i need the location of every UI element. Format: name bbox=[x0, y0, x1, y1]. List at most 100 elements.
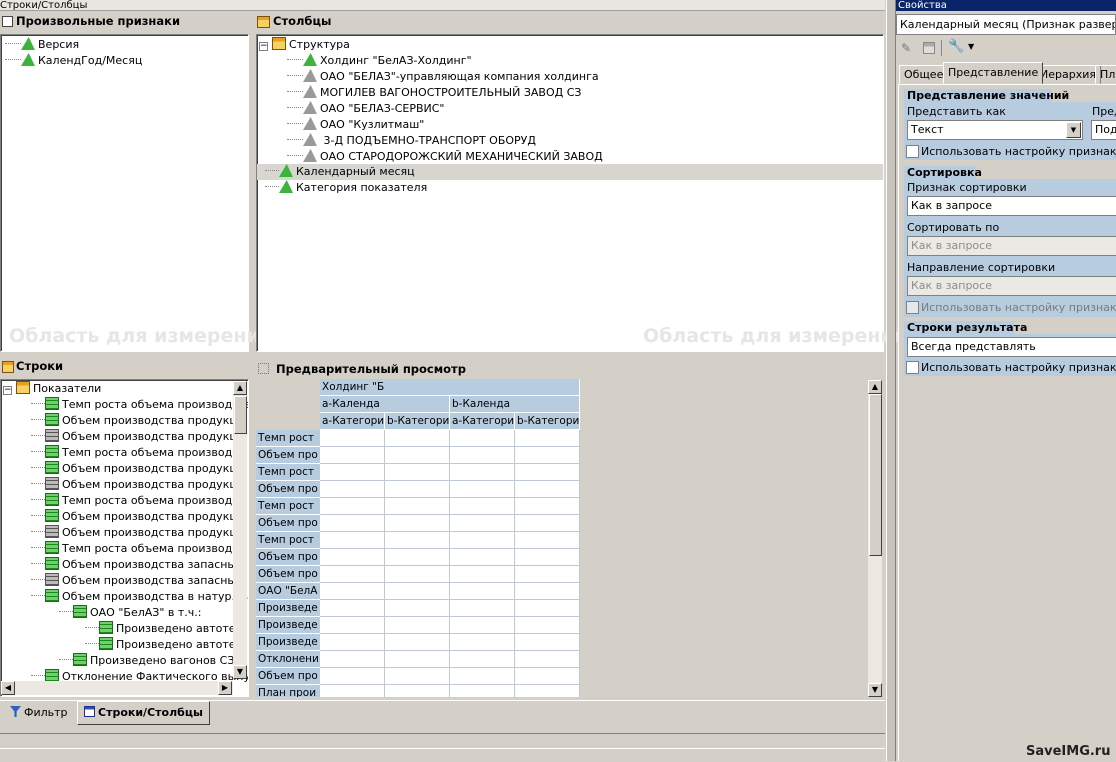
tree-item-structure-child[interactable]: ОАО СТАРОДОРОЖСКИЙ МЕХАНИЧЕСКИЙ ЗАВОД bbox=[287, 149, 603, 165]
scroll-right-button[interactable]: ▶ bbox=[218, 681, 232, 695]
selected-object-field[interactable]: Календарный месяц (Признак развертки) bbox=[896, 14, 1116, 35]
tree-item-structure-child[interactable]: 3-Д ПОДЪЕМНО-ТРАНСПОРТ ОБОРУД bbox=[287, 133, 536, 149]
edit-icon[interactable]: ✎ bbox=[901, 41, 915, 55]
horizontal-scrollbar[interactable] bbox=[1, 681, 233, 695]
tree-item-calendar[interactable]: КалендГод/Месяц bbox=[5, 53, 142, 69]
sort-attr-field[interactable]: Как в запросе bbox=[907, 196, 1116, 216]
tree-item-indicator[interactable]: Объем производства продукци bbox=[31, 509, 244, 525]
tree-item-calendar-month[interactable]: Календарный месяц bbox=[265, 164, 415, 180]
tree-item-indicator[interactable]: Объем производства продукци bbox=[31, 413, 244, 429]
tree-item-indicator[interactable]: Темп роста объема производст bbox=[31, 541, 245, 557]
present-as-select[interactable]: Текст ▼ bbox=[907, 120, 1083, 140]
filter-icon bbox=[10, 706, 21, 717]
preview-icon bbox=[258, 363, 269, 374]
scroll-up-button[interactable]: ▲ bbox=[868, 380, 882, 394]
row-header: Объем про bbox=[256, 668, 320, 685]
tree-item-indicator[interactable]: Объем производства продукци bbox=[31, 525, 244, 541]
tree-item-label: МОГИЛЕВ ВАГОНОСТРОИТЕЛЬНЫЙ ЗАВОД СЗ bbox=[320, 86, 582, 99]
grid-cell bbox=[450, 549, 515, 566]
chevron-down-icon[interactable]: ▼ bbox=[1066, 122, 1081, 138]
tree-item-indicator[interactable]: Темп роста объема производст bbox=[31, 445, 245, 461]
column-header: b-Категори bbox=[515, 413, 580, 430]
use-attr-setting-checkbox-1[interactable]: Использовать настройку признака bbox=[905, 145, 1116, 158]
result-rows-field[interactable]: Всегда представлять bbox=[907, 337, 1116, 357]
tab-general[interactable]: Общее bbox=[899, 65, 949, 84]
row-header: Объем про bbox=[256, 481, 320, 498]
preview-panel-title: Предварительный просмотр bbox=[276, 362, 466, 376]
grid-cell bbox=[385, 583, 450, 600]
tree-item-indicator[interactable]: Объем производства продукци bbox=[31, 477, 244, 493]
tree-item-indicator[interactable]: Темп роста объема производств bbox=[31, 397, 248, 413]
tree-item-indicator[interactable]: Объем производства в натур.вы bbox=[31, 589, 248, 605]
tree-item-structure-child[interactable]: МОГИЛЕВ ВАГОНОСТРОИТЕЛЬНЫЙ ЗАВОД СЗ bbox=[287, 85, 581, 101]
tree-item-category[interactable]: Категория показателя bbox=[265, 180, 427, 196]
collapse-icon[interactable]: − bbox=[3, 386, 12, 395]
dimension-icon bbox=[21, 53, 35, 66]
splitter[interactable] bbox=[886, 0, 896, 761]
scroll-up-button[interactable]: ▲ bbox=[233, 381, 247, 395]
properties-title: Свойства bbox=[896, 0, 1116, 11]
tree-item-version[interactable]: Версия bbox=[5, 37, 79, 53]
arbitrary-area[interactable]: Версия КалендГод/Месяц Область для измер… bbox=[0, 34, 273, 352]
tree-item-indicator[interactable]: Произведено автотех bbox=[85, 621, 242, 637]
tree-root-structure[interactable]: − Структура bbox=[259, 37, 350, 53]
grid-cell bbox=[515, 464, 580, 481]
tree-item-indicator[interactable]: Объем производства запасных bbox=[31, 573, 243, 589]
collapse-icon[interactable]: − bbox=[259, 42, 268, 51]
columns-area[interactable]: − Структура Холдинг "БелАЗ-Холдинг" ОАО "Б… bbox=[256, 34, 907, 352]
row-header: Произведе bbox=[256, 634, 320, 651]
grid-cell bbox=[450, 566, 515, 583]
tree-item-subgroup[interactable]: ОАО "БелАЗ" в т.ч.: bbox=[59, 605, 201, 621]
tree-item-label: Объем производства продукци bbox=[62, 462, 244, 475]
scroll-down-button[interactable]: ▼ bbox=[233, 665, 247, 679]
tab-more[interactable]: Пл bbox=[1095, 65, 1116, 84]
column-header: b-Календа bbox=[450, 396, 580, 413]
tree-item-label: Объем производства продукци bbox=[62, 510, 244, 523]
tree-item-indicator[interactable]: Произведено вагонов СЗАІ bbox=[59, 653, 245, 669]
grid-cell bbox=[385, 498, 450, 515]
tree-item-structure-child[interactable]: Холдинг "БелАЗ-Холдинг" bbox=[287, 53, 472, 69]
grid-cell bbox=[385, 668, 450, 685]
tab-filter[interactable]: Фильтр bbox=[6, 703, 72, 725]
grid-cell bbox=[450, 447, 515, 464]
tab-presentation[interactable]: Представление bbox=[943, 62, 1044, 84]
tree-item-structure-child[interactable]: ОАО "Кузлитмаш" bbox=[287, 117, 424, 133]
rows-area[interactable]: − Показатели Темп роста объема производст… bbox=[0, 379, 249, 697]
grid-cell bbox=[515, 566, 580, 583]
grid-cell bbox=[385, 600, 450, 617]
tree-item-indicator[interactable]: Произведено автотех bbox=[85, 637, 242, 653]
grid-cell bbox=[515, 498, 580, 515]
tab-rows-columns[interactable]: Строки/Столбцы bbox=[77, 701, 210, 725]
sort-attr-label: Признак сортировки bbox=[907, 181, 1027, 194]
vertical-scrollbar[interactable] bbox=[233, 395, 247, 665]
tree-item-indicator[interactable]: Объем производства запасных bbox=[31, 557, 243, 573]
tab-hierarchy[interactable]: Иерархия bbox=[1035, 65, 1101, 84]
grid-cell bbox=[385, 617, 450, 634]
scroll-thumb[interactable] bbox=[869, 394, 882, 556]
scroll-left-button[interactable]: ◀ bbox=[1, 681, 15, 695]
row-header: Объем про bbox=[256, 566, 320, 583]
dimension-icon bbox=[21, 37, 35, 50]
scroll-down-button[interactable]: ▼ bbox=[868, 683, 882, 697]
grid-cell bbox=[320, 685, 385, 697]
wrench-icon[interactable]: 🔧 bbox=[948, 39, 964, 54]
grid-cell bbox=[385, 515, 450, 532]
chevron-down-icon[interactable]: ▼ bbox=[968, 42, 974, 51]
tree-item-indicator[interactable]: Объем производства продукци bbox=[31, 429, 244, 445]
tree-item-structure-child[interactable]: ОАО "БЕЛАЗ"-управляющая компания холдинг… bbox=[287, 69, 599, 85]
present-select-2[interactable]: Под bbox=[1091, 120, 1116, 140]
row-header: Темп рост bbox=[256, 430, 320, 447]
use-attr-setting-checkbox-3[interactable]: Использовать настройку признака bbox=[905, 361, 1116, 374]
tree-item-label: Версия bbox=[38, 38, 80, 51]
tree-root-indicators[interactable]: − Показатели bbox=[3, 381, 101, 397]
tree-item-structure-child[interactable]: ОАО "БЕЛАЗ-СЕРВИС" bbox=[287, 101, 445, 117]
save-icon[interactable] bbox=[923, 42, 935, 54]
status-bar bbox=[0, 733, 885, 749]
tree-item-indicator[interactable]: Темп роста объема производст bbox=[31, 493, 245, 509]
scroll-thumb[interactable] bbox=[234, 396, 247, 434]
preview-vscroll[interactable]: ▲ ▼ bbox=[868, 380, 884, 697]
grid-cell bbox=[450, 481, 515, 498]
tree-item-indicator[interactable]: Объем производства продукци bbox=[31, 461, 244, 477]
row-header: Объем про bbox=[256, 549, 320, 566]
structure-icon bbox=[16, 381, 30, 394]
